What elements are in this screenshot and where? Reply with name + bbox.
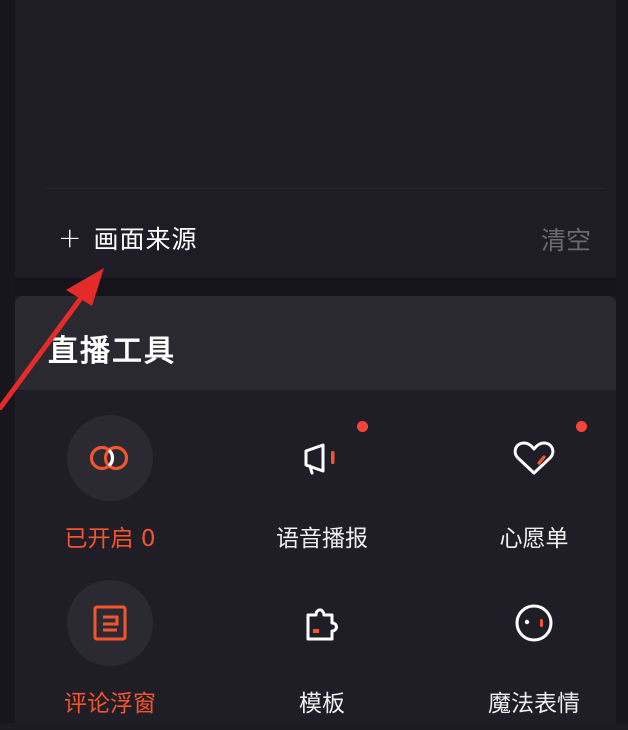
badge-dot bbox=[576, 421, 587, 432]
heart-icon bbox=[491, 415, 587, 501]
clear-button[interactable]: 清空 bbox=[541, 221, 591, 257]
tool-label: 评论浮窗 bbox=[64, 691, 156, 717]
preview-divider bbox=[45, 188, 605, 189]
badge-dot bbox=[357, 421, 368, 432]
tool-label: 模板 bbox=[299, 691, 345, 717]
tool-label: 语音播报 bbox=[276, 526, 368, 552]
tool-label: 心愿单 bbox=[499, 526, 569, 552]
tool-link-mic[interactable]: 已开启 0 bbox=[10, 415, 210, 565]
tool-template[interactable]: 模板 bbox=[222, 580, 422, 730]
tool-voice-broadcast[interactable]: 语音播报 bbox=[222, 415, 422, 565]
link-rings-icon bbox=[67, 415, 153, 501]
comment-window-icon bbox=[67, 580, 153, 666]
annotation-arrow-icon bbox=[0, 268, 104, 410]
tool-comment-window[interactable]: 评论浮窗 bbox=[10, 580, 210, 730]
puzzle-icon bbox=[279, 580, 365, 666]
face-icon bbox=[491, 580, 577, 666]
megaphone-icon bbox=[279, 415, 368, 501]
tool-label: 已开启 0 bbox=[64, 526, 156, 552]
tool-magic-expression[interactable]: 魔法表情 bbox=[434, 580, 628, 730]
tool-label: 魔法表情 bbox=[488, 691, 580, 717]
tool-wishlist[interactable]: 心愿单 bbox=[434, 415, 628, 565]
